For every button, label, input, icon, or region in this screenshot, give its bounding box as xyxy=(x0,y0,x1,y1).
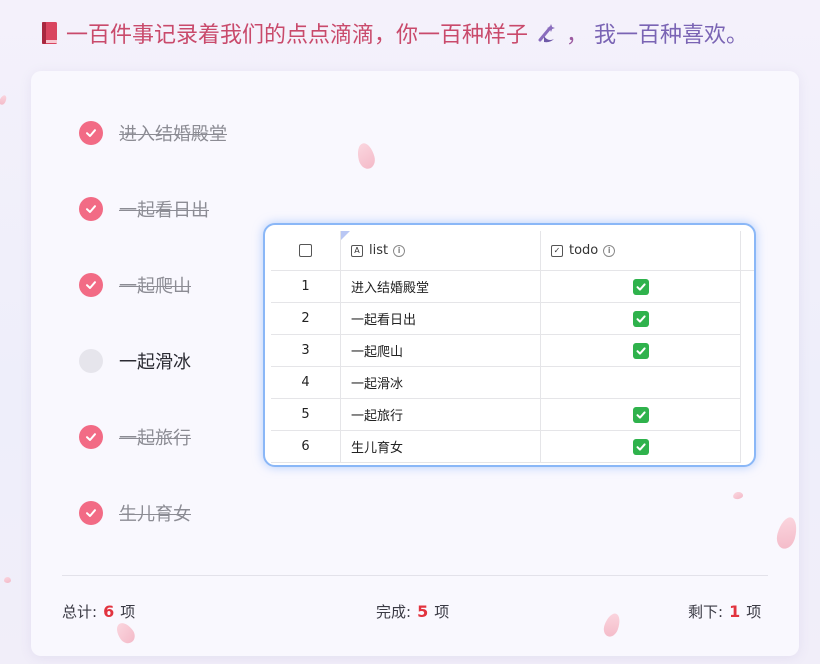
todo-item-label: 一起看日出 xyxy=(119,200,209,221)
select-all-checkbox-icon[interactable] xyxy=(299,244,312,257)
table-cell-empty xyxy=(741,367,754,399)
table-row-number: 3 xyxy=(271,335,341,367)
table-cell-todo[interactable] xyxy=(541,431,741,463)
check-circle-icon[interactable] xyxy=(79,197,103,221)
table-row-number: 2 xyxy=(271,303,341,335)
table-cell-list[interactable]: 一起爬山 xyxy=(341,335,541,367)
table-cell-empty xyxy=(741,271,754,303)
column-header-todo-label: todo xyxy=(569,243,599,258)
data-table-popup[interactable]: A list i ✓ todo i 1 进入结婚殿堂 2 一起看日出 3 一起爬山 4 一起滑… xyxy=(263,223,756,467)
stat-done-unit: 项 xyxy=(434,603,450,621)
todo-item-label: 进入结婚殿堂 xyxy=(119,124,227,145)
table-cell-list[interactable]: 生儿育女 xyxy=(341,431,541,463)
text-field-icon: A xyxy=(351,244,363,257)
todo-item[interactable]: 进入结婚殿堂 xyxy=(79,118,227,148)
stat-left-label: 剩下: xyxy=(688,603,724,621)
column-header-empty xyxy=(741,231,754,271)
table-cell-empty xyxy=(741,431,754,463)
table-cell-list[interactable]: 进入结婚殿堂 xyxy=(341,271,541,303)
stat-left-value: 1 xyxy=(729,602,741,621)
page-header: 一百件事记录着我们的点点滴滴，你一百种样子 ， 我一百种喜欢。 xyxy=(40,16,748,50)
divider xyxy=(62,575,768,576)
todo-item[interactable]: 一起滑冰 xyxy=(79,346,191,376)
green-check-icon xyxy=(632,278,649,295)
green-check-icon xyxy=(632,406,649,423)
header-comma: ， xyxy=(566,23,589,48)
header-select-all[interactable] xyxy=(271,231,341,271)
todo-item[interactable]: 一起爬山 xyxy=(79,270,191,300)
todo-item[interactable]: 一起看日出 xyxy=(79,194,209,224)
stat-done-label: 完成: xyxy=(376,603,412,621)
table-cell-todo[interactable] xyxy=(541,303,741,335)
checkbox-field-icon: ✓ xyxy=(551,244,563,257)
table-row-number: 5 xyxy=(271,399,341,431)
stat-done: 完成: 5 项 xyxy=(376,601,449,622)
petal-decoration xyxy=(4,577,11,583)
stat-total-label: 总计: xyxy=(62,603,98,621)
stat-total: 总计: 6 项 xyxy=(62,601,135,622)
empty-circle-icon[interactable] xyxy=(79,349,103,373)
todo-item[interactable]: 生儿育女 xyxy=(79,498,191,528)
stat-total-unit: 项 xyxy=(120,603,136,621)
column-header-list[interactable]: A list i xyxy=(341,231,541,271)
table-row-number: 4 xyxy=(271,367,341,399)
table-cell-list[interactable]: 一起滑冰 xyxy=(341,367,541,399)
info-icon[interactable]: i xyxy=(393,244,406,257)
table-cell-todo[interactable] xyxy=(541,367,741,399)
todo-item-label: 一起爬山 xyxy=(119,276,191,297)
check-circle-icon[interactable] xyxy=(79,425,103,449)
info-icon[interactable]: i xyxy=(603,244,616,257)
todo-item[interactable]: 一起旅行 xyxy=(79,422,191,452)
green-check-icon xyxy=(632,438,649,455)
petal-decoration xyxy=(0,94,8,106)
table-row-number: 1 xyxy=(271,271,341,303)
green-check-icon xyxy=(632,342,649,359)
header-text-end: 我一百种喜欢。 xyxy=(594,23,749,48)
todo-item-label: 一起旅行 xyxy=(119,428,191,449)
stat-done-value: 5 xyxy=(417,602,429,621)
table-cell-list[interactable]: 一起旅行 xyxy=(341,399,541,431)
table-cell-todo[interactable] xyxy=(541,271,741,303)
table-row-number: 6 xyxy=(271,431,341,463)
column-header-list-label: list xyxy=(369,243,389,258)
green-check-icon xyxy=(632,310,649,327)
table-cell-empty xyxy=(741,399,754,431)
todo-item-label: 一起滑冰 xyxy=(119,352,191,373)
column-header-todo[interactable]: ✓ todo i xyxy=(541,231,741,271)
table-cell-todo[interactable] xyxy=(541,399,741,431)
header-text-main: 一百件事记录着我们的点点滴滴，你一百种样子 xyxy=(66,23,529,48)
table-cell-list[interactable]: 一起看日出 xyxy=(341,303,541,335)
magic-wand-icon xyxy=(538,24,556,43)
stat-left: 剩下: 1 项 xyxy=(688,601,761,622)
table-cell-todo[interactable] xyxy=(541,335,741,367)
check-circle-icon[interactable] xyxy=(79,273,103,297)
todo-item-label: 生儿育女 xyxy=(119,504,191,525)
table-cell-empty xyxy=(741,335,754,367)
check-circle-icon[interactable] xyxy=(79,121,103,145)
stat-total-value: 6 xyxy=(103,602,115,621)
book-icon xyxy=(42,22,57,44)
table-cell-empty xyxy=(741,303,754,335)
stat-left-unit: 项 xyxy=(746,603,762,621)
check-circle-icon[interactable] xyxy=(79,501,103,525)
